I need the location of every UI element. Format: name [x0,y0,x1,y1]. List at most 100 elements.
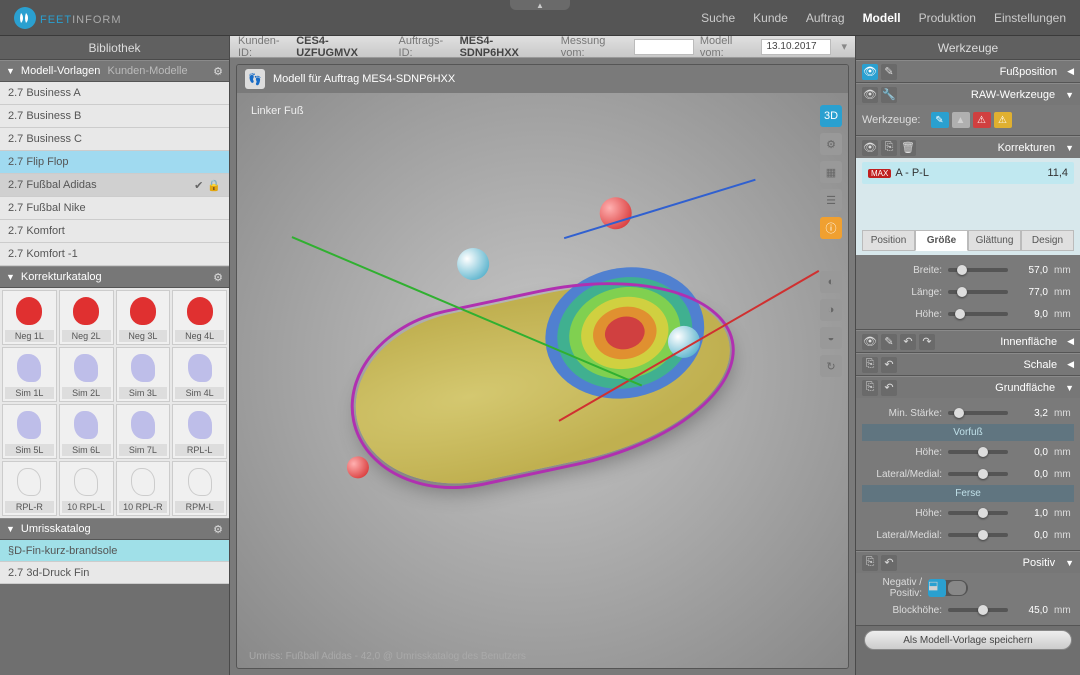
negativ-positiv-toggle[interactable]: ⬓ [928,580,968,596]
catalog-item[interactable]: Neg 2L [59,290,114,345]
raw-header[interactable]: 👁🔧 RAW-Werkzeuge ▼ [856,83,1080,105]
template-item[interactable]: 2.7 Flip Flop [0,151,229,174]
slider[interactable] [948,608,1008,612]
catalog-item[interactable]: RPL-L [172,404,227,459]
tab-glättung[interactable]: Glättung [968,230,1021,251]
redo-icon[interactable]: ↷ [919,334,935,350]
templates-header[interactable]: ▼ Modell-Vorlagen Kunden-Modelle ⚙ [0,60,229,82]
correction-item[interactable]: MAX A - P-L 11,4 [862,162,1074,184]
tab-größe[interactable]: Größe [915,230,968,251]
outline-item[interactable]: §D-Fin-kurz-brandsole [0,540,229,562]
catalog-item[interactable]: Sim 3L [116,347,171,402]
slider[interactable] [948,290,1008,294]
wrench-icon[interactable]: 🔧 [881,87,897,103]
nav-auftrag[interactable]: Auftrag [806,11,845,25]
raw-tool-yellow[interactable]: ⚠ [994,112,1012,128]
template-item[interactable]: 2.7 Komfort [0,220,229,243]
catalog-item[interactable]: Sim 7L [116,404,171,459]
eye-icon[interactable]: 👁 [862,140,878,156]
edit-icon[interactable]: ✎ [881,64,897,80]
catalog-item[interactable]: Sim 2L [59,347,114,402]
modell-vom-input[interactable] [761,39,831,55]
slider[interactable] [948,533,1008,537]
slider[interactable] [948,411,1008,415]
raw-tool-blue[interactable]: ✎ [931,112,949,128]
template-item[interactable]: 2.7 Business B [0,105,229,128]
nav-kunde[interactable]: Kunde [753,11,788,25]
catalog-item[interactable]: Sim 4L [172,347,227,402]
view-tool-7[interactable]: ↻ [820,355,842,377]
catalog-item[interactable]: 10 RPL-R [116,461,171,516]
korrekturen-header[interactable]: 👁⎘🗑 Korrekturen ▼ [856,136,1080,158]
slider[interactable] [948,450,1008,454]
view-tool-4[interactable]: ◐ [820,271,842,293]
nav-modell[interactable]: Modell [863,11,901,25]
raw-tool-grey[interactable]: ▲ [952,112,970,128]
window-handle[interactable]: ▲ [510,0,570,10]
catalog-item[interactable]: Neg 4L [172,290,227,345]
nav-produktion[interactable]: Produktion [919,11,976,25]
undo-icon[interactable]: ↶ [900,334,916,350]
outline-catalog-header[interactable]: ▼ Umrisskatalog ⚙ [0,518,229,540]
view-tool-6[interactable]: ◒ [820,327,842,349]
undo-icon[interactable]: ↶ [881,357,897,373]
eye-icon[interactable]: 👁 [862,87,878,103]
copy-icon[interactable]: ⎘ [862,555,878,571]
tab-design[interactable]: Design [1021,230,1074,251]
nav-suche[interactable]: Suche [701,11,735,25]
catalog-item[interactable]: RPL-R [2,461,57,516]
template-item[interactable]: 2.7 Komfort -1 [0,243,229,266]
delete-icon[interactable]: 🗑 [900,140,916,156]
corr-catalog-grid: Neg 1LNeg 2LNeg 3LNeg 4LSim 1LSim 2LSim … [0,288,229,518]
view-tool-1[interactable]: ⚙ [820,133,842,155]
slider[interactable] [948,312,1008,316]
view-tool-2[interactable]: ▦ [820,161,842,183]
template-item[interactable]: 2.7 Fußbal Nike [0,197,229,220]
slider[interactable] [948,472,1008,476]
edit-icon[interactable]: ✎ [881,334,897,350]
chevron-left-icon: ◀ [1067,66,1074,77]
catalog-item[interactable]: Sim 6L [59,404,114,459]
gear-icon[interactable]: ⚙ [213,271,223,284]
schale-header[interactable]: ⎘↶ Schale ◀ [856,353,1080,375]
slider-row: Höhe:0,0mm [862,441,1074,463]
positiv-header[interactable]: ⎘↶ Positiv ▼ [856,551,1080,573]
view-3d-button[interactable]: 3D [820,105,842,127]
view-tool-info[interactable]: ⓘ [820,217,842,239]
copy-icon[interactable]: ⎘ [881,140,897,156]
viewport[interactable]: 👣 Modell für Auftrag MES4-SDNP6HXX Linke… [236,64,849,669]
messung-input[interactable] [634,39,694,55]
slider[interactable] [948,268,1008,272]
undo-icon[interactable]: ↶ [881,380,897,396]
catalog-item[interactable]: Sim 1L [2,347,57,402]
fussposition-header[interactable]: 👁✎ Fußposition ◀ [856,60,1080,82]
catalog-item[interactable]: RPM-L [172,461,227,516]
corr-catalog-header[interactable]: ▼ Korrekturkatalog ⚙ [0,266,229,288]
eye-icon[interactable]: 👁 [862,64,878,80]
save-template-button[interactable]: Als Modell-Vorlage speichern [864,630,1072,650]
eye-icon[interactable]: 👁 [862,334,878,350]
nav-einstellungen[interactable]: Einstellungen [994,11,1066,25]
gear-icon[interactable]: ⚙ [213,523,223,536]
catalog-item[interactable]: Neg 1L [2,290,57,345]
dropdown-icon[interactable]: ▾ [841,40,847,53]
raw-tool-red[interactable]: ⚠ [973,112,991,128]
slider[interactable] [948,511,1008,515]
view-tool-3[interactable]: ☰ [820,189,842,211]
catalog-item[interactable]: 10 RPL-L [59,461,114,516]
undo-icon[interactable]: ↶ [881,555,897,571]
catalog-item[interactable]: Sim 5L [2,404,57,459]
tab-position[interactable]: Position [862,230,915,251]
grundflache-header[interactable]: ⎘↶ Grundfläche ▼ [856,376,1080,398]
copy-icon[interactable]: ⎘ [862,357,878,373]
viewport-footer: Umriss: Fußball Adidas - 42,0 @ Umrisska… [249,651,526,662]
copy-icon[interactable]: ⎘ [862,380,878,396]
view-tool-5[interactable]: ◑ [820,299,842,321]
outline-item[interactable]: 2.7 3d-Druck Fin [0,562,229,584]
template-item[interactable]: 2.7 Business A [0,82,229,105]
catalog-item[interactable]: Neg 3L [116,290,171,345]
template-item[interactable]: 2.7 Fußbal Adidas✔🔒 [0,174,229,197]
innenflache-header[interactable]: 👁✎↶↷ Innenfläche ◀ [856,330,1080,352]
gear-icon[interactable]: ⚙ [213,65,223,78]
template-item[interactable]: 2.7 Business C [0,128,229,151]
